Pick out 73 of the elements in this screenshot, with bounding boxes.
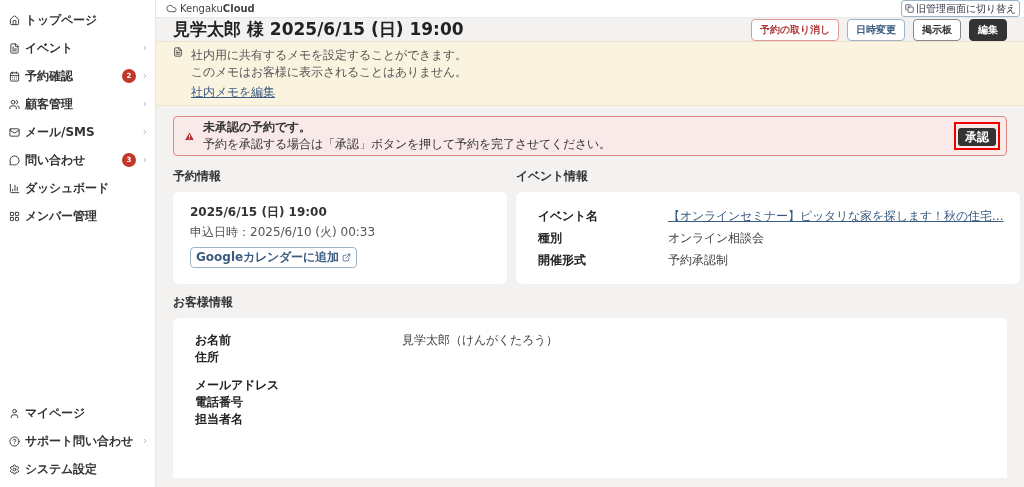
sidebar-item[interactable]: トップページ: [0, 6, 155, 34]
switch-button[interactable]: 旧管理画面に切り替え: [901, 0, 1020, 17]
chevron-icon: [141, 156, 149, 164]
chevron-icon: [141, 100, 149, 108]
nav-icon: [9, 14, 20, 26]
nav-icon: [9, 126, 20, 138]
nav-icon: [9, 154, 20, 166]
sidebar-item[interactable]: メンバー管理: [0, 202, 155, 230]
nav-label: システム設定: [25, 460, 98, 478]
nav-icon: [9, 70, 20, 82]
nav-icon: [9, 42, 20, 54]
nav-icon: [9, 435, 20, 447]
page-title: 見学太郎 様 2025/6/15 (日) 19:00: [173, 18, 464, 41]
nav-icon: [9, 98, 20, 110]
field-label: 住所: [195, 349, 220, 366]
external-link-icon: [342, 253, 352, 262]
approve-button[interactable]: 承認: [958, 128, 996, 146]
logo-text: KengakuCloud: [180, 3, 255, 14]
field-label: 開催形式: [538, 252, 587, 269]
sidebar-item[interactable]: 顧客管理: [0, 90, 155, 118]
nav-icon: [9, 463, 20, 475]
event-link[interactable]: 【オンラインセミナー】ピッタリな家を探します！秋の住宅...: [668, 208, 1004, 225]
chevron-icon: [141, 72, 149, 80]
field-label: 電話番号: [195, 394, 244, 411]
chevron-icon: [141, 44, 149, 52]
nav-label: メンバー管理: [25, 207, 98, 225]
nav-label: 顧客管理: [25, 95, 74, 113]
nav-label: 問い合わせ: [25, 151, 86, 169]
alert-title: 未承認の予約です。: [203, 119, 312, 136]
field-label: メールアドレス: [195, 377, 280, 394]
nav-label: メール/SMS: [25, 123, 96, 141]
nav-label: ダッシュボード: [25, 179, 110, 197]
calendar-button[interactable]: Googleカレンダーに追加: [190, 247, 358, 268]
header-button[interactable]: 日時変更: [847, 18, 905, 41]
nav-label: マイページ: [25, 404, 86, 422]
nav-icon: [9, 407, 20, 419]
nav-icon: [9, 182, 20, 194]
field-label: 担当者名: [195, 411, 244, 428]
section-heading: お客様情報: [173, 294, 234, 311]
field-value: 予約承認制: [668, 252, 729, 269]
section-heading: 予約情報: [173, 168, 222, 185]
applied-date: 申込日時：2025/6/10 (火) 00:33: [190, 224, 377, 241]
sidebar-item[interactable]: システム設定: [0, 455, 155, 483]
warning-icon: [184, 130, 195, 142]
header-button[interactable]: 予約の取り消し: [751, 18, 839, 41]
chevron-icon: [141, 437, 149, 445]
field-value: オンライン相談会: [668, 230, 765, 247]
cloud-logo-icon: [166, 3, 177, 14]
sidebar-item[interactable]: サポート問い合わせ: [0, 427, 155, 455]
sidebar-item[interactable]: イベント: [0, 34, 155, 62]
document-icon: [173, 47, 183, 57]
memo-text: 社内用に共有するメモを設定することができます。: [191, 47, 467, 64]
field-label: イベント名: [538, 208, 599, 225]
sidebar-item[interactable]: メール/SMS: [0, 118, 155, 146]
alert-message: 予約を承認する場合は「承認」ボタンを押して予約を完了させてください。: [203, 136, 612, 153]
reservation-date: 2025/6/15 (日) 19:00: [190, 204, 328, 221]
field-label: 種別: [538, 230, 563, 247]
edit-memo-link[interactable]: 社内メモを編集: [191, 84, 467, 101]
nav-icon: [9, 210, 20, 222]
sidebar-item[interactable]: ダッシュボード: [0, 174, 155, 202]
nav-label: イベント: [25, 39, 74, 57]
nav-label: サポート問い合わせ: [25, 432, 134, 450]
field-label: お名前: [195, 332, 232, 349]
chevron-icon: [141, 128, 149, 136]
copy-icon: [905, 4, 914, 13]
nav-label: 予約確認: [25, 67, 74, 85]
nav-label: トップページ: [25, 11, 98, 29]
header-button[interactable]: 編集: [969, 18, 1007, 41]
header-button[interactable]: 掲示板: [913, 18, 961, 41]
section-heading: イベント情報: [516, 168, 589, 185]
sidebar-item[interactable]: マイページ: [0, 399, 155, 427]
field-value: 見学太郎（けんがくたろう）: [402, 332, 559, 349]
memo-text: このメモはお客様に表示されることはありません。: [191, 64, 467, 81]
